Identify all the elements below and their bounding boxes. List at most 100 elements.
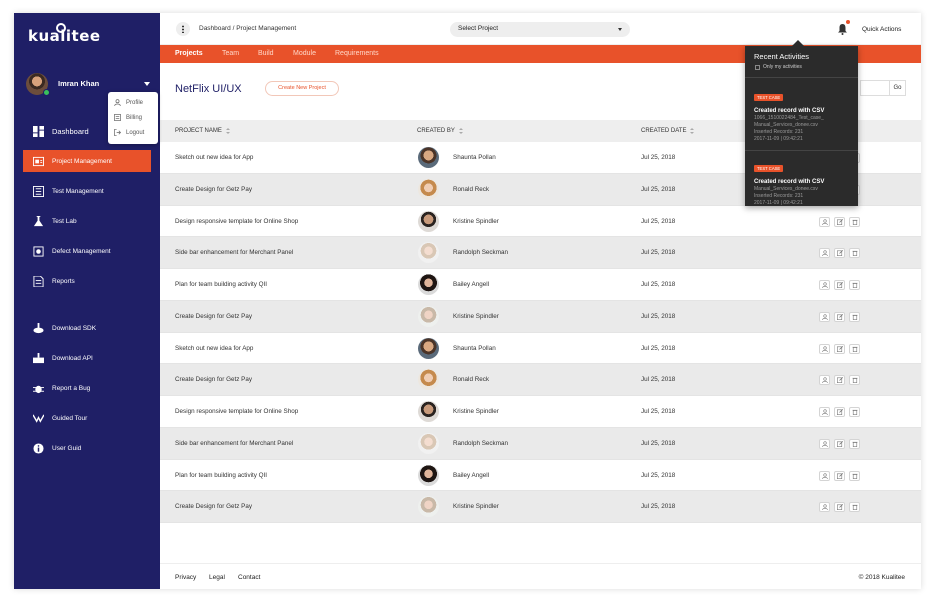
delete-button[interactable] [849, 407, 860, 417]
assign-user-button[interactable] [819, 280, 830, 290]
table-row[interactable]: Design responsive template for Online Sh… [160, 396, 921, 428]
footer-link-contact[interactable]: Contact [238, 574, 260, 581]
chevron-down-icon[interactable] [144, 82, 150, 86]
checkbox-icon[interactable] [755, 64, 760, 70]
quick-actions-button[interactable]: Quick Actions [862, 26, 901, 33]
assign-user-button[interactable] [819, 343, 830, 354]
project-name-cell[interactable]: Create Design for Getz Pay [175, 313, 252, 320]
delete-button[interactable] [849, 248, 860, 259]
footer-link-legal[interactable]: Legal [209, 574, 225, 581]
table-row[interactable]: Create Design for Getz Pay Ronald Reck J… [160, 364, 921, 396]
assign-user-button[interactable] [819, 375, 830, 386]
tab-build[interactable]: Build [258, 50, 274, 57]
tab-projects[interactable]: Projects [175, 50, 203, 57]
table-row[interactable]: Create Design for Getz Pay Kristine Spin… [160, 300, 921, 333]
table-row[interactable]: Side bar enhancement for Merchant Panel … [160, 427, 921, 460]
edit-button[interactable] [834, 375, 845, 386]
sort-icon[interactable] [458, 128, 463, 134]
menu-item-billing[interactable]: Billing [108, 110, 158, 125]
menu-item-profile[interactable]: Profile [108, 95, 158, 110]
tab-requirements[interactable]: Requirements [335, 50, 379, 57]
trash-icon [852, 251, 857, 257]
project-name-cell[interactable]: Create Design for Getz Pay [175, 503, 252, 510]
project-name-cell[interactable]: Create Design for Getz Pay [175, 376, 252, 383]
delete-button[interactable] [849, 311, 860, 322]
sidebar-item-download-sdk[interactable]: Download SDK [23, 317, 151, 339]
go-button[interactable]: Go [889, 80, 906, 96]
copyright: © 2018 Kualitee [858, 574, 905, 581]
create-new-project-button[interactable]: Create New Project [265, 81, 339, 96]
activity-item[interactable]: TEST CASE Created record with CSV Manual… [754, 157, 854, 206]
sort-icon[interactable] [690, 128, 695, 134]
assign-user-button[interactable] [819, 407, 830, 417]
trash-icon [852, 314, 857, 320]
table-row[interactable]: Create Design for Getz Pay Kristine Spin… [160, 491, 921, 523]
edit-icon [836, 345, 843, 352]
only-my-activities-checkbox[interactable]: Only my activities [755, 64, 802, 70]
delete-button[interactable] [849, 470, 860, 481]
sidebar-item-reports[interactable]: Reports [23, 270, 151, 292]
edit-button[interactable] [834, 407, 845, 417]
kebab-menu-icon[interactable] [176, 22, 190, 36]
edit-icon [836, 218, 843, 225]
activity-item[interactable]: TEST CASE Created record with CSV 1066_1… [754, 86, 854, 142]
table-row[interactable]: Plan for team building activity QII Bail… [160, 459, 921, 492]
bell-icon[interactable] [837, 23, 848, 35]
table-row[interactable]: Side bar enhancement for Merchant Panel … [160, 237, 921, 269]
project-name-cell[interactable]: Side bar enhancement for Merchant Panel [175, 440, 293, 447]
column-header-created-date[interactable]: CREATED DATE [641, 128, 695, 134]
edit-button[interactable] [834, 248, 845, 259]
project-name-cell[interactable]: Sketch out new idea for App [175, 154, 253, 161]
table-row[interactable]: Design responsive template for Online Sh… [160, 205, 921, 238]
assign-user-button[interactable] [819, 248, 830, 259]
assign-user-button[interactable] [819, 470, 830, 481]
edit-button[interactable] [834, 438, 845, 449]
delete-button[interactable] [849, 438, 860, 449]
sidebar-item-download-api[interactable]: Download API [23, 347, 151, 369]
assign-user-button[interactable] [819, 502, 830, 513]
sidebar-item-test-lab[interactable]: Test Lab [23, 210, 151, 232]
edit-button[interactable] [834, 216, 845, 227]
project-name-cell[interactable]: Side bar enhancement for Merchant Panel [175, 249, 293, 256]
delete-button[interactable] [849, 216, 860, 227]
assign-user-button[interactable] [819, 216, 830, 227]
project-name-cell[interactable]: Plan for team building activity QII [175, 472, 267, 479]
sidebar-item-test-management[interactable]: Test Management [23, 180, 151, 202]
delete-button[interactable] [849, 502, 860, 513]
footer-link-privacy[interactable]: Privacy [175, 574, 196, 581]
edit-icon [836, 250, 843, 257]
project-name-cell[interactable]: Design responsive template for Online Sh… [175, 218, 298, 225]
delete-button[interactable] [849, 280, 860, 290]
project-name-cell[interactable]: Create Design for Getz Pay [175, 186, 252, 193]
select-project-dropdown[interactable]: Select Project [450, 22, 630, 37]
sidebar-item-user-guide[interactable]: User Guid [23, 437, 151, 459]
sidebar-item-project-management[interactable]: Project Management [23, 150, 151, 172]
delete-button[interactable] [849, 375, 860, 386]
kualitee-logo[interactable]: kualitee [28, 23, 101, 45]
column-header-created-by[interactable]: CREATED BY [417, 128, 463, 134]
menu-item-logout[interactable]: Logout [108, 125, 158, 140]
column-header-project-name[interactable]: PROJECT NAME [175, 128, 230, 134]
project-name-cell[interactable]: Sketch out new idea for App [175, 345, 253, 352]
table-row[interactable]: Sketch out new idea for App Shaunta Poll… [160, 332, 921, 365]
tab-module[interactable]: Module [293, 50, 316, 57]
created-by-cell: Randolph Seckman [453, 439, 508, 447]
assign-user-button[interactable] [819, 311, 830, 322]
sidebar-item-guided-tour[interactable]: Guided Tour [23, 407, 151, 429]
sidebar-item-report-bug[interactable]: Report a Bug [23, 377, 151, 399]
edit-button[interactable] [834, 470, 845, 481]
chevron-down-icon [618, 28, 622, 31]
tab-team[interactable]: Team [222, 50, 239, 57]
edit-button[interactable] [834, 343, 845, 354]
delete-button[interactable] [849, 343, 860, 354]
project-name-cell[interactable]: Plan for team building activity QII [175, 281, 267, 288]
edit-button[interactable] [834, 502, 845, 513]
edit-button[interactable] [834, 280, 845, 290]
table-row[interactable]: Plan for team building activity QII Bail… [160, 269, 921, 301]
sort-icon[interactable] [225, 128, 230, 134]
project-name-cell[interactable]: Design responsive template for Online Sh… [175, 408, 298, 415]
sidebar-item-defect-management[interactable]: Defect Management [23, 240, 151, 262]
assign-user-button[interactable] [819, 438, 830, 449]
search-input[interactable] [860, 80, 890, 96]
edit-button[interactable] [834, 311, 845, 322]
